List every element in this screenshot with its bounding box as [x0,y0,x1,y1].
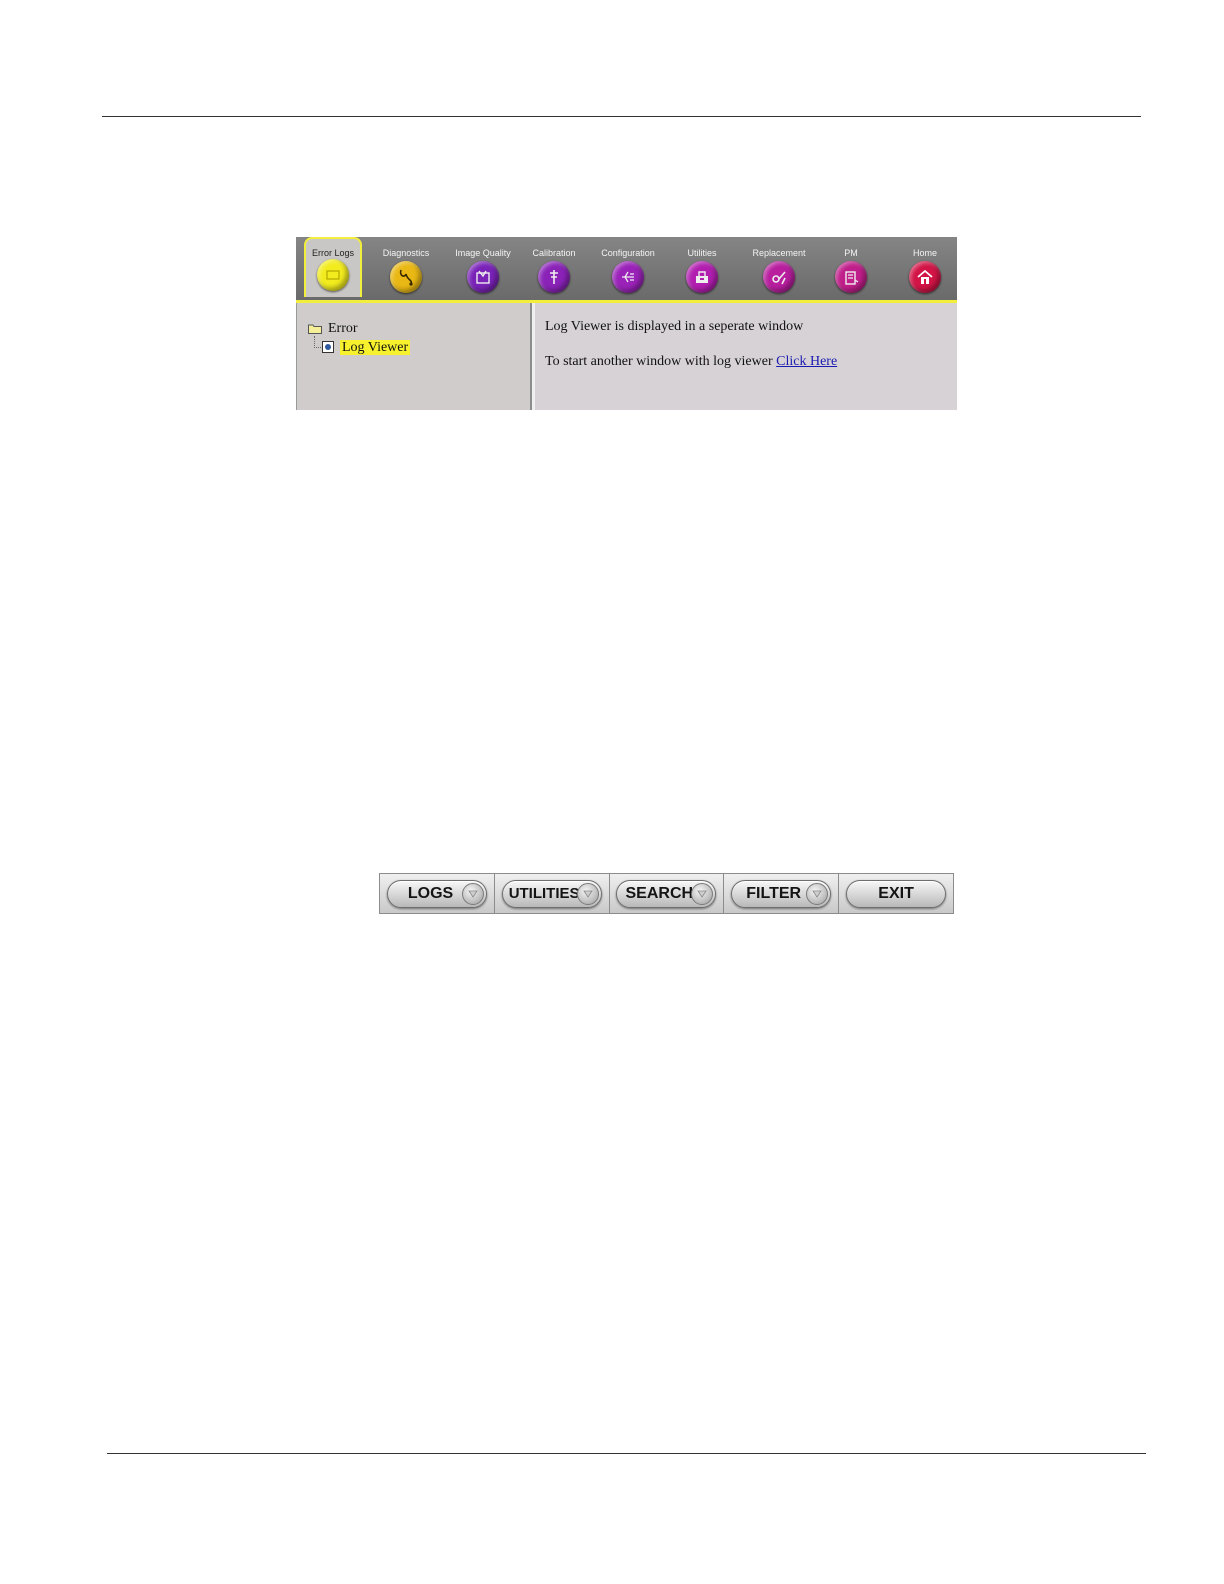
tab-utilities[interactable]: Utilities [674,237,730,300]
tree-node-log-viewer[interactable]: Log Viewer [322,340,411,356]
navigation-tree-panel: Error Log Viewer [296,303,532,410]
instruction-text: To start another window with log viewer [545,354,773,369]
replacement-icon [763,261,795,293]
page-bottom-rule [107,1453,1146,1454]
softkey-cell: FILTER [724,874,840,913]
button-label: UTILITIES [508,885,580,902]
button-label: SEARCH [625,884,694,902]
configuration-icon [612,261,644,293]
service-screen: Error Logs Diagnostics Image Quality Cal… [296,237,957,410]
dropdown-arrow-icon [576,882,599,905]
tab-home[interactable]: Home [900,237,950,300]
softkey-cell: UTILITIES [495,874,610,913]
tab-label: Utilities [687,248,717,258]
pm-icon [835,261,867,293]
tab-label: PM [844,248,858,258]
utilities-button[interactable]: UTILITIES [501,879,602,908]
dropdown-arrow-icon [461,882,484,905]
dropdown-arrow-icon [691,882,714,905]
tab-label: Image Quality [455,248,511,258]
tab-label: Calibration [532,248,576,258]
click-here-link[interactable]: Click Here [776,354,837,369]
page-top-rule [102,116,1141,117]
info-message: Log Viewer is displayed in a seperate wi… [545,319,804,334]
tab-label: Configuration [601,248,655,258]
image-quality-icon [467,261,499,293]
filter-button[interactable]: FILTER [731,879,832,908]
softkey-cell: EXIT [839,874,953,913]
tree-node-label: Error [328,321,358,336]
tab-error-logs[interactable]: Error Logs [304,237,362,297]
softkey-cell: LOGS [380,874,495,913]
service-tab-bar: Error Logs Diagnostics Image Quality Cal… [296,237,957,303]
content-panel: Log Viewer is displayed in a seperate wi… [535,303,957,410]
tree-node-error[interactable]: Error [308,321,358,337]
calibration-icon [538,261,570,293]
tab-calibration[interactable]: Calibration [524,237,584,300]
logs-button[interactable]: LOGS [386,879,487,908]
tab-configuration[interactable]: Configuration [594,237,662,300]
tab-label: Home [912,248,937,258]
tab-diagnostics[interactable]: Diagnostics [374,237,438,300]
softkey-bar: LOGS UTILITIES SEARCH FILTER EXIT [379,873,954,914]
tab-label: Error Logs [311,248,355,258]
tree-connector [314,336,321,348]
tree-node-label: Log Viewer [340,340,411,355]
instruction-message: To start another window with log viewer … [545,354,837,370]
search-button[interactable]: SEARCH [616,879,717,908]
page-icon [322,341,334,353]
tab-label: Replacement [752,248,806,258]
softkey-cell: SEARCH [610,874,725,913]
button-label: LOGS [407,884,454,902]
dropdown-arrow-icon [806,882,829,905]
exit-button[interactable]: EXIT [846,879,947,908]
error-logs-icon [317,259,349,291]
tab-label: Diagnostics [382,248,430,258]
stethoscope-icon [390,261,422,293]
tab-pm[interactable]: PM [826,237,876,300]
button-label: FILTER [746,884,802,902]
home-icon [909,261,941,293]
tab-image-quality[interactable]: Image Quality [448,237,518,300]
button-label: EXIT [878,884,914,902]
utilities-icon [686,261,718,293]
tab-replacement[interactable]: Replacement [744,237,814,300]
folder-icon [308,324,322,334]
